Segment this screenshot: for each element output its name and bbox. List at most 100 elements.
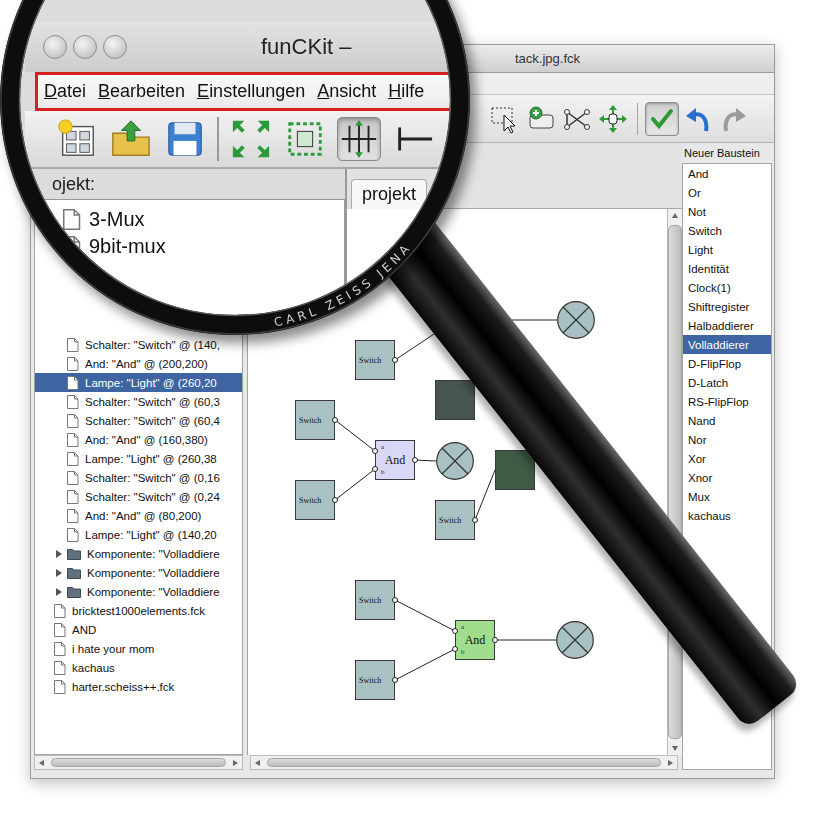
- input-pin[interactable]: [452, 646, 458, 652]
- scroll-thumb[interactable]: [267, 758, 661, 767]
- tree-row[interactable]: Schalter: "Switch" @ (0,24: [35, 487, 242, 506]
- switch-node[interactable]: Switch: [355, 580, 395, 620]
- palette-item[interactable]: kachaus: [683, 506, 771, 525]
- wire[interactable]: [395, 649, 455, 680]
- new-button[interactable]: [55, 117, 99, 161]
- and-node[interactable]: Andab: [455, 620, 495, 660]
- connect-button[interactable]: [560, 102, 594, 136]
- window-control[interactable]: [73, 35, 97, 59]
- block-node[interactable]: [435, 380, 475, 420]
- tree-row[interactable]: Schalter: "Switch" @ (60,3: [35, 392, 242, 411]
- save-button[interactable]: [163, 117, 207, 161]
- scroll-left-button[interactable]: [251, 756, 265, 770]
- block-node[interactable]: [495, 450, 535, 490]
- editor-tab[interactable]: projekt: [351, 179, 427, 209]
- tree-row[interactable]: And: "And" @ (200,200): [35, 354, 242, 373]
- output-pin[interactable]: [472, 517, 478, 523]
- window-control[interactable]: [103, 35, 127, 59]
- scroll-track[interactable]: [49, 756, 228, 769]
- more-button[interactable]: [391, 117, 435, 161]
- tree-row[interactable]: AND: [35, 620, 242, 639]
- tree-row[interactable]: Komponente: "Volladdiere: [35, 582, 242, 601]
- tree-row[interactable]: Schalter: "Switch" @ (60,4: [35, 411, 242, 430]
- wire[interactable]: [335, 469, 375, 500]
- undo-button[interactable]: [681, 102, 715, 136]
- horizontal-scrollbar[interactable]: [250, 755, 678, 770]
- tree-row[interactable]: harter.scheiss++.fck: [35, 677, 242, 696]
- output-pin[interactable]: [392, 677, 398, 683]
- tree-row[interactable]: Lampe: "Light" @ (140,20: [35, 525, 242, 544]
- scroll-down-button[interactable]: [668, 741, 682, 755]
- switch-node[interactable]: Switch: [355, 340, 395, 380]
- window-control[interactable]: [43, 35, 67, 59]
- scroll-track[interactable]: [265, 756, 663, 769]
- palette-item[interactable]: Xor: [683, 449, 771, 468]
- palette-item[interactable]: Not: [683, 202, 771, 221]
- output-pin[interactable]: [332, 497, 338, 503]
- expand-icon[interactable]: [55, 588, 63, 596]
- input-pin[interactable]: [372, 448, 378, 454]
- scroll-thumb[interactable]: [668, 225, 682, 739]
- switch-node[interactable]: Switch: [435, 500, 475, 540]
- palette-item[interactable]: Volladdierer: [683, 335, 771, 354]
- tree-row[interactable]: And: "And" @ (160,380): [35, 430, 242, 449]
- horizontal-scrollbar[interactable]: [34, 755, 243, 770]
- wire[interactable]: [475, 470, 495, 520]
- tree-row[interactable]: And: "And" @ (80,200): [35, 506, 242, 525]
- switch-node[interactable]: Switch: [295, 400, 335, 440]
- output-pin[interactable]: [392, 357, 398, 363]
- tree-row[interactable]: Komponente: "Volladdiere: [35, 544, 242, 563]
- tree-row[interactable]: Schalter: "Switch" @ (0,16: [35, 468, 242, 487]
- palette-item[interactable]: Or: [683, 183, 771, 202]
- wire[interactable]: [395, 600, 455, 631]
- output-pin[interactable]: [412, 457, 418, 463]
- tree-row[interactable]: Lampe: "Light" @ (260,38: [35, 449, 242, 468]
- palette-item[interactable]: Nand: [683, 411, 771, 430]
- menu-item[interactable]: Bearbeiten: [98, 81, 185, 102]
- move-button[interactable]: [596, 102, 630, 136]
- palette-item[interactable]: Nor: [683, 430, 771, 449]
- menu-item[interactable]: Hilfe: [388, 81, 424, 102]
- check-button[interactable]: [645, 102, 679, 136]
- light-node-icon[interactable]: [436, 442, 474, 480]
- palette-item[interactable]: D-Latch: [683, 373, 771, 392]
- menu-item[interactable]: Einstellungen: [197, 81, 305, 102]
- palette-item[interactable]: Shiftregister: [683, 297, 771, 316]
- palette-item[interactable]: Clock(1): [683, 278, 771, 297]
- scroll-left-button[interactable]: [35, 756, 49, 770]
- palette-item[interactable]: Xnor: [683, 468, 771, 487]
- tree-expander[interactable]: [55, 569, 63, 577]
- palette-item[interactable]: D-FlipFlop: [683, 354, 771, 373]
- select-button[interactable]: [488, 102, 522, 136]
- palette-item[interactable]: RS-FlipFlop: [683, 392, 771, 411]
- output-pin[interactable]: [492, 637, 498, 643]
- open-button[interactable]: [109, 117, 153, 161]
- fit-button[interactable]: [229, 117, 273, 161]
- light-node-icon[interactable]: [556, 621, 594, 659]
- tree-expander[interactable]: [55, 588, 63, 596]
- vertical-scrollbar[interactable]: [667, 209, 682, 755]
- expand-icon[interactable]: [55, 569, 63, 577]
- and-node[interactable]: Andab: [375, 440, 415, 480]
- palette-item[interactable]: Halbaddierer: [683, 316, 771, 335]
- tree-expander[interactable]: [55, 550, 63, 558]
- scroll-right-button[interactable]: [663, 756, 677, 770]
- zoom-button[interactable]: [283, 117, 327, 161]
- tree-row[interactable]: Schalter: "Switch" @ (140,: [35, 335, 242, 354]
- scroll-track[interactable]: [668, 223, 682, 741]
- wire[interactable]: [415, 460, 436, 461]
- tree-row[interactable]: i hate your mom: [35, 639, 242, 658]
- output-pin[interactable]: [332, 417, 338, 423]
- tree-row[interactable]: kachaus: [35, 658, 242, 677]
- tree-row[interactable]: Lampe: "Light" @ (260,20: [35, 373, 242, 392]
- input-pin[interactable]: [452, 628, 458, 634]
- expand-icon[interactable]: [55, 550, 63, 558]
- switch-node[interactable]: Switch: [295, 480, 335, 520]
- palette-item[interactable]: Identität: [683, 259, 771, 278]
- input-pin[interactable]: [372, 466, 378, 472]
- output-pin[interactable]: [392, 597, 398, 603]
- scroll-right-button[interactable]: [228, 756, 242, 770]
- palette-item[interactable]: And: [683, 164, 771, 183]
- add-button[interactable]: [524, 102, 558, 136]
- scroll-up-button[interactable]: [668, 209, 682, 223]
